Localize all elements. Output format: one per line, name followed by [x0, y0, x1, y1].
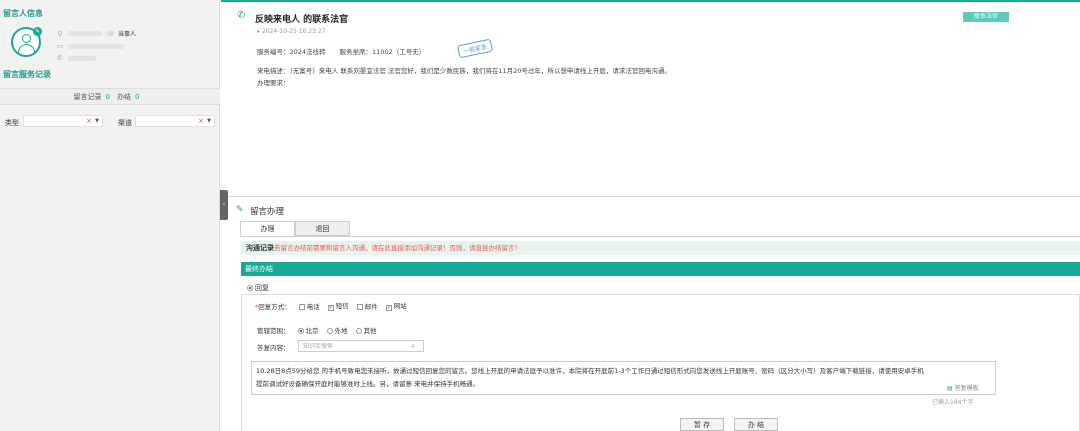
char-counter: 已输入164个字 [932, 399, 974, 406]
redacted-name [68, 31, 102, 36]
checkbox-icon[interactable] [298, 303, 305, 310]
method-phone[interactable]: 电话 [298, 301, 320, 311]
radio-icon[interactable] [355, 328, 362, 334]
edit-badge-icon[interactable]: ✎ [33, 27, 42, 36]
checkbox-icon[interactable]: ✓ [385, 305, 392, 311]
top-accent-line [221, 0, 1080, 2]
tab-return[interactable]: 退回 [295, 221, 350, 236]
channel-filter-label: 渠道 [118, 119, 132, 127]
reply-radio[interactable]: 回复 [247, 283, 269, 293]
checkbox-icon[interactable] [356, 303, 363, 310]
notice-text: 若留言办结前需要和留言人沟通，请在此直接添加沟通记录！否则，请直接办结留言！ [274, 244, 521, 252]
radio-icon[interactable] [247, 285, 253, 291]
handled-count[interactable]: 0 [135, 93, 139, 101]
caller-id-row: ▭ [56, 42, 124, 50]
handling-icon: ✎ [236, 205, 244, 215]
clear-icon[interactable]: × [198, 117, 204, 125]
id-card-icon: ▭ [56, 42, 64, 50]
urgency-stamp: 一般紧急 [457, 38, 493, 59]
template-icon: ▤ [947, 385, 953, 392]
party-icon: ☏ [106, 29, 115, 38]
redacted-id [68, 43, 124, 49]
jurisdiction-other[interactable]: 其他 [355, 325, 377, 335]
chevron-down-icon[interactable]: ▼ [95, 118, 99, 124]
clear-icon[interactable]: × [86, 117, 92, 125]
left-panel: 留言人信息 ✎ ⚲ ☏ 当事人 ▭ ✆ 留言服务记录 留言记录 0 办结 0 类型 ×… [0, 0, 220, 431]
service-number: 服务编号：2024法线转 [257, 48, 326, 56]
redacted-phone [68, 55, 96, 61]
handled-label: 办结 [117, 93, 131, 101]
finish-button[interactable]: 办 结 [734, 418, 778, 431]
answer-label: 答复内容： [257, 344, 290, 352]
final-section-bar: 最终办结 [241, 262, 1080, 276]
caller-phone-row: ✆ [56, 54, 96, 62]
collapse-panel-icon[interactable]: ‹ [220, 190, 228, 220]
radio-icon[interactable] [326, 328, 333, 334]
reply-method-row: *回复方式： 电话 ✓ 短信 邮件 ✓ 网站 [255, 300, 407, 311]
method-email[interactable]: 邮件 [356, 301, 378, 311]
communication-notice: 沟通记录若留言办结前需要和留言人沟通，请在此直接添加沟通记录！否则，请直接办结留… [241, 241, 1080, 255]
handling-panel-title: 留言办理 [250, 207, 285, 217]
answer-label-row: 答复内容： [257, 342, 290, 352]
answer-content-textarea[interactable]: 10.28日8点59分给您 的手机号致电您未接听，故通过短信回复您的留言。您线上… [251, 361, 996, 395]
phone-call-icon: ✆ [237, 10, 246, 21]
service-seat: 服务坐席：11002（工号无） [339, 48, 426, 56]
method-website[interactable]: ✓ 网站 [385, 300, 407, 311]
content-line-2: 提前调试好设备确保开庭时能够准时上线。另，请留意 来电并保持手机畅通。 [256, 380, 480, 388]
person-icon: ⚲ [57, 29, 63, 38]
jurisdiction-other-city[interactable]: 外地 [326, 325, 348, 335]
knowledge-search-input[interactable]: 知识库搜索 ⌕ [298, 340, 424, 352]
records-label: 留言记录 [73, 93, 102, 101]
page-title: 反映来电人 的联系法官 [255, 15, 349, 25]
chevron-down-icon[interactable]: ▼ [207, 118, 211, 124]
method-sms[interactable]: ✓ 短信 [327, 300, 349, 311]
service-record-title: 留言服务记录 [3, 70, 51, 79]
notice-title[interactable]: 沟通记录 [246, 244, 274, 252]
tabs-divider [240, 236, 1080, 237]
answer-template-link[interactable]: ▤ 答复模板 [947, 383, 979, 392]
content-line-1: 10.28日8点59分给您 的手机号致电您未接听，故通过短信回复您的留言。您线上… [256, 367, 924, 375]
call-description: 来电描述：（无案号）来电人 联系刘晏宜法官 法官您好，我们是少数民族，我们将在1… [257, 67, 671, 75]
records-count[interactable]: 0 [106, 93, 110, 101]
stats-bar: 留言记录 0 办结 0 [0, 88, 220, 105]
checkbox-icon[interactable]: ✓ [327, 305, 334, 311]
type-select[interactable]: × ▼ [23, 115, 103, 127]
jurisdiction-row: 管辖范围： 北京 外地 其他 [257, 325, 377, 335]
type-filter-label: 类型 [5, 119, 19, 127]
contact-judge-button[interactable]: 联系法官 [963, 12, 1009, 22]
save-draft-button[interactable]: 暂 存 [680, 418, 724, 431]
jurisdiction-label: 管辖范围： [257, 327, 290, 335]
party-label: 当事人 [118, 31, 137, 38]
timestamp: ▸ 2024-10-25 16:23:27 [257, 28, 326, 35]
phone-icon: ✆ [57, 54, 63, 62]
channel-select[interactable]: × ▼ [135, 115, 215, 127]
reply-method-label: 回复方式： [258, 302, 291, 311]
jurisdiction-beijing[interactable]: 北京 [297, 325, 319, 335]
divider [228, 196, 1080, 197]
search-icon[interactable]: ⌕ [411, 341, 415, 352]
caller-name-row: ⚲ ☏ 当事人 [56, 29, 137, 39]
handling-tabs: 办理 退回 [240, 221, 350, 236]
caller-info-title: 留言人信息 [3, 9, 43, 18]
service-meta: 服务编号：2024法线转 服务坐席：11002（工号无） [257, 46, 425, 56]
radio-icon[interactable] [297, 328, 304, 334]
tab-handle[interactable]: 办理 [240, 221, 295, 236]
handling-requirement: 办理要求： [257, 79, 290, 87]
